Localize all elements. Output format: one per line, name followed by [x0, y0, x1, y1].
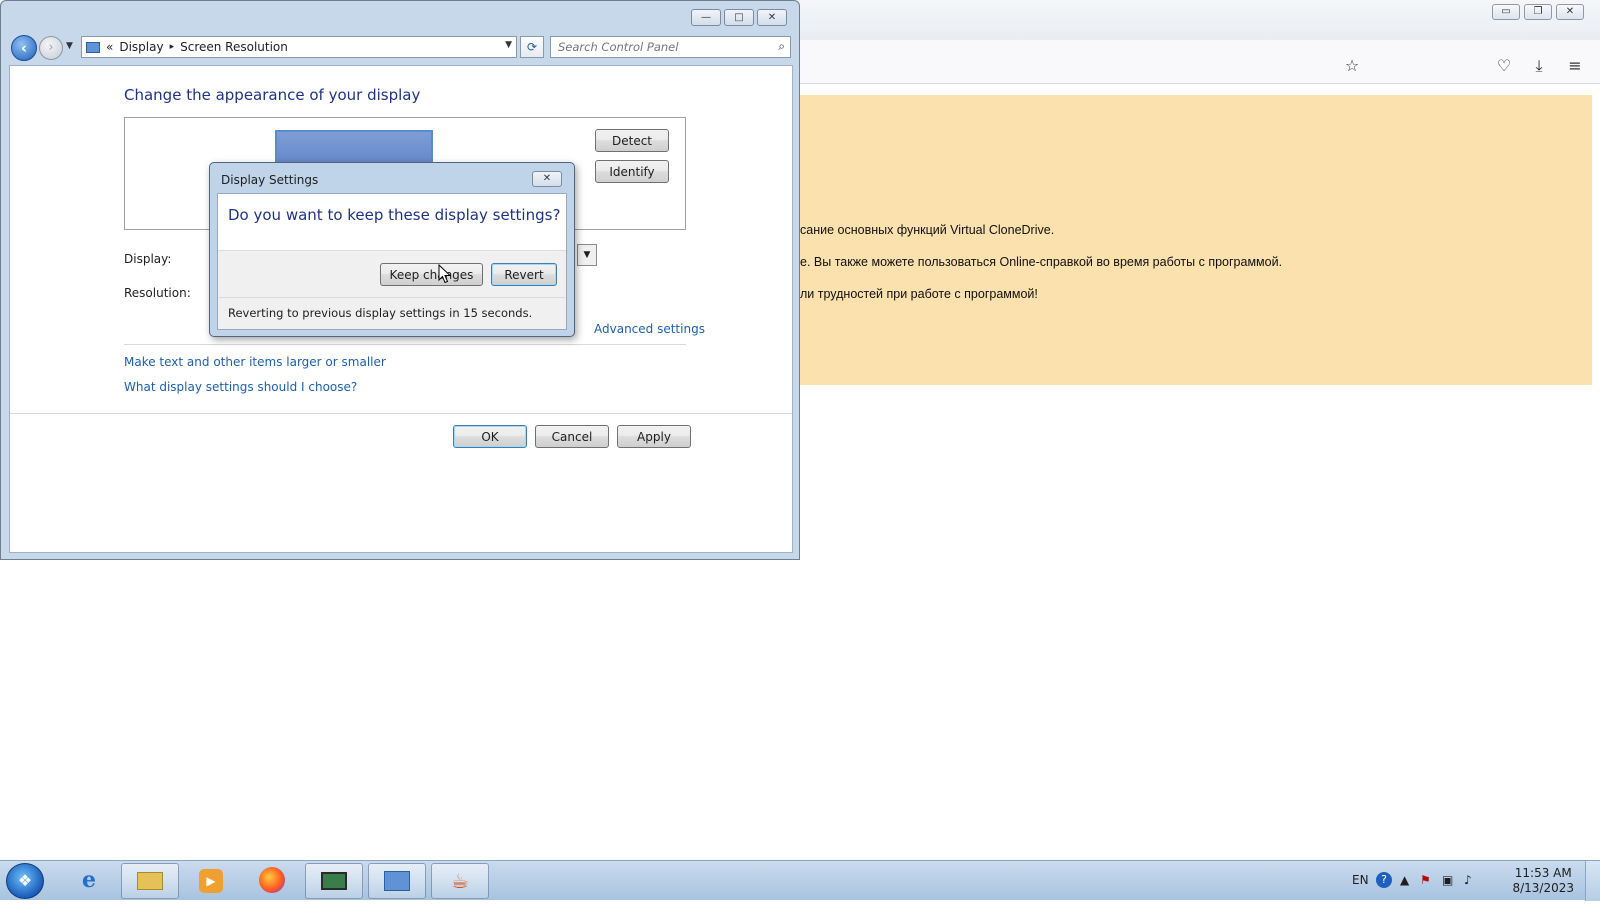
- browser-restore-button[interactable]: ❐: [1524, 4, 1552, 20]
- bookmark-star-icon[interactable]: ☆: [1340, 54, 1364, 78]
- refresh-icon[interactable]: ⟳: [520, 36, 544, 58]
- browser-minimize-button[interactable]: ▭: [1492, 4, 1520, 20]
- info-notice-panel: сание основных функций Virtual CloneDriv…: [800, 95, 1592, 385]
- help-icon[interactable]: ?: [1376, 872, 1392, 888]
- resolution-label: Resolution:: [124, 286, 191, 300]
- control-panel-icon: [86, 41, 100, 53]
- divider: [10, 413, 792, 414]
- clock[interactable]: 11:53 AM 8/13/2023: [1512, 866, 1574, 896]
- browser-close-button[interactable]: ✕: [1556, 4, 1584, 20]
- back-arrow-icon[interactable]: ‹: [11, 35, 37, 61]
- mouse-cursor-icon: [438, 264, 452, 284]
- dialog-question-area: Do you want to keep these display settin…: [218, 194, 566, 251]
- text-size-link[interactable]: Make text and other items larger or smal…: [124, 355, 386, 369]
- volume-muted-icon[interactable]: ♪: [1464, 873, 1472, 887]
- revert-countdown-text: Reverting to previous display settings i…: [228, 306, 533, 320]
- page-title: Change the appearance of your display: [124, 86, 421, 104]
- dialog-close-button[interactable]: ✕: [532, 171, 562, 187]
- notice-line-2: е. Вы также можете пользоваться Online-с…: [800, 255, 1283, 269]
- taskbar: ❖ e ▶ ☕ EN ? ▲ ⚑ ▣ ♪ 11:53 AM 8/13/2023: [0, 860, 1600, 901]
- clock-date: 8/13/2023: [1512, 881, 1574, 895]
- revert-button[interactable]: Revert: [491, 263, 557, 286]
- system-tray: EN ? ▲ ⚑ ▣ ♪ 11:53 AM 8/13/2023: [1340, 861, 1600, 901]
- java-icon[interactable]: ☕: [431, 863, 489, 899]
- display-dropdown-arrow-icon[interactable]: ▼: [577, 244, 597, 266]
- control-panel-task-icon[interactable]: [368, 863, 426, 899]
- firefox-icon[interactable]: [243, 863, 301, 899]
- display-label: Display:: [124, 252, 172, 266]
- breadcrumb-screen-resolution[interactable]: Screen Resolution: [180, 40, 288, 54]
- file-explorer-icon[interactable]: [121, 863, 179, 899]
- action-center-flag-icon[interactable]: ⚑: [1420, 873, 1431, 887]
- divider: [124, 344, 686, 345]
- display-settings-dialog: Display Settings ✕ Do you want to keep t…: [209, 162, 575, 337]
- breadcrumb-chevrons-icon[interactable]: «: [106, 40, 113, 54]
- windows-start-icon[interactable]: ❖: [6, 863, 44, 899]
- dialog-question: Do you want to keep these display settin…: [228, 206, 561, 224]
- breadcrumb-display[interactable]: Display: [119, 40, 163, 54]
- breadcrumb-separator-icon[interactable]: ▸: [170, 42, 175, 52]
- show-hidden-icons-icon[interactable]: ▲: [1400, 873, 1409, 887]
- cp-minimize-button[interactable]: —: [691, 9, 721, 26]
- divider: [218, 297, 566, 298]
- address-dropdown-icon[interactable]: ▼: [505, 40, 512, 50]
- display-help-link[interactable]: What display settings should I choose?: [124, 380, 357, 394]
- ok-button[interactable]: OK: [453, 425, 527, 448]
- search-box[interactable]: ⌕: [550, 36, 791, 58]
- display-settings-task-icon[interactable]: [305, 863, 363, 899]
- search-icon[interactable]: ⌕: [778, 39, 785, 54]
- forward-arrow-icon[interactable]: ›: [39, 36, 63, 60]
- apply-button[interactable]: Apply: [617, 425, 691, 448]
- pocket-icon[interactable]: ♡: [1492, 54, 1516, 78]
- language-indicator[interactable]: EN: [1352, 873, 1369, 887]
- cp-maximize-button[interactable]: □: [724, 9, 754, 26]
- browser-window-controls: ▭ ❐ ✕: [1492, 4, 1584, 20]
- hamburger-menu-icon[interactable]: ≡: [1563, 54, 1587, 78]
- cp-window-controls: — □ ✕: [691, 9, 787, 26]
- network-icon[interactable]: ▣: [1442, 873, 1453, 887]
- media-player-icon[interactable]: ▶: [182, 863, 240, 899]
- identify-button[interactable]: Identify: [595, 160, 669, 183]
- dialog-body: Do you want to keep these display settin…: [217, 193, 567, 330]
- download-icon[interactable]: ⤓: [1527, 54, 1551, 78]
- detect-button[interactable]: Detect: [595, 129, 669, 152]
- recent-pages-chevron-icon[interactable]: ▼: [66, 41, 73, 51]
- dialog-title: Display Settings: [221, 173, 319, 187]
- cp-close-button[interactable]: ✕: [757, 9, 787, 26]
- address-bar[interactable]: « Display ▸ Screen Resolution ▼: [81, 36, 517, 58]
- notice-line-3: ли трудностей при работе с программой!: [800, 287, 1038, 301]
- advanced-settings-link[interactable]: Advanced settings: [594, 322, 705, 336]
- cancel-button[interactable]: Cancel: [535, 425, 609, 448]
- keep-changes-button[interactable]: Keep changes: [380, 263, 483, 286]
- search-input[interactable]: [551, 37, 761, 57]
- clock-time: 11:53 AM: [1514, 866, 1572, 880]
- internet-explorer-icon[interactable]: e: [60, 863, 118, 899]
- show-desktop-button[interactable]: [1585, 861, 1600, 901]
- notice-line-1: сание основных функций Virtual CloneDriv…: [800, 223, 1055, 237]
